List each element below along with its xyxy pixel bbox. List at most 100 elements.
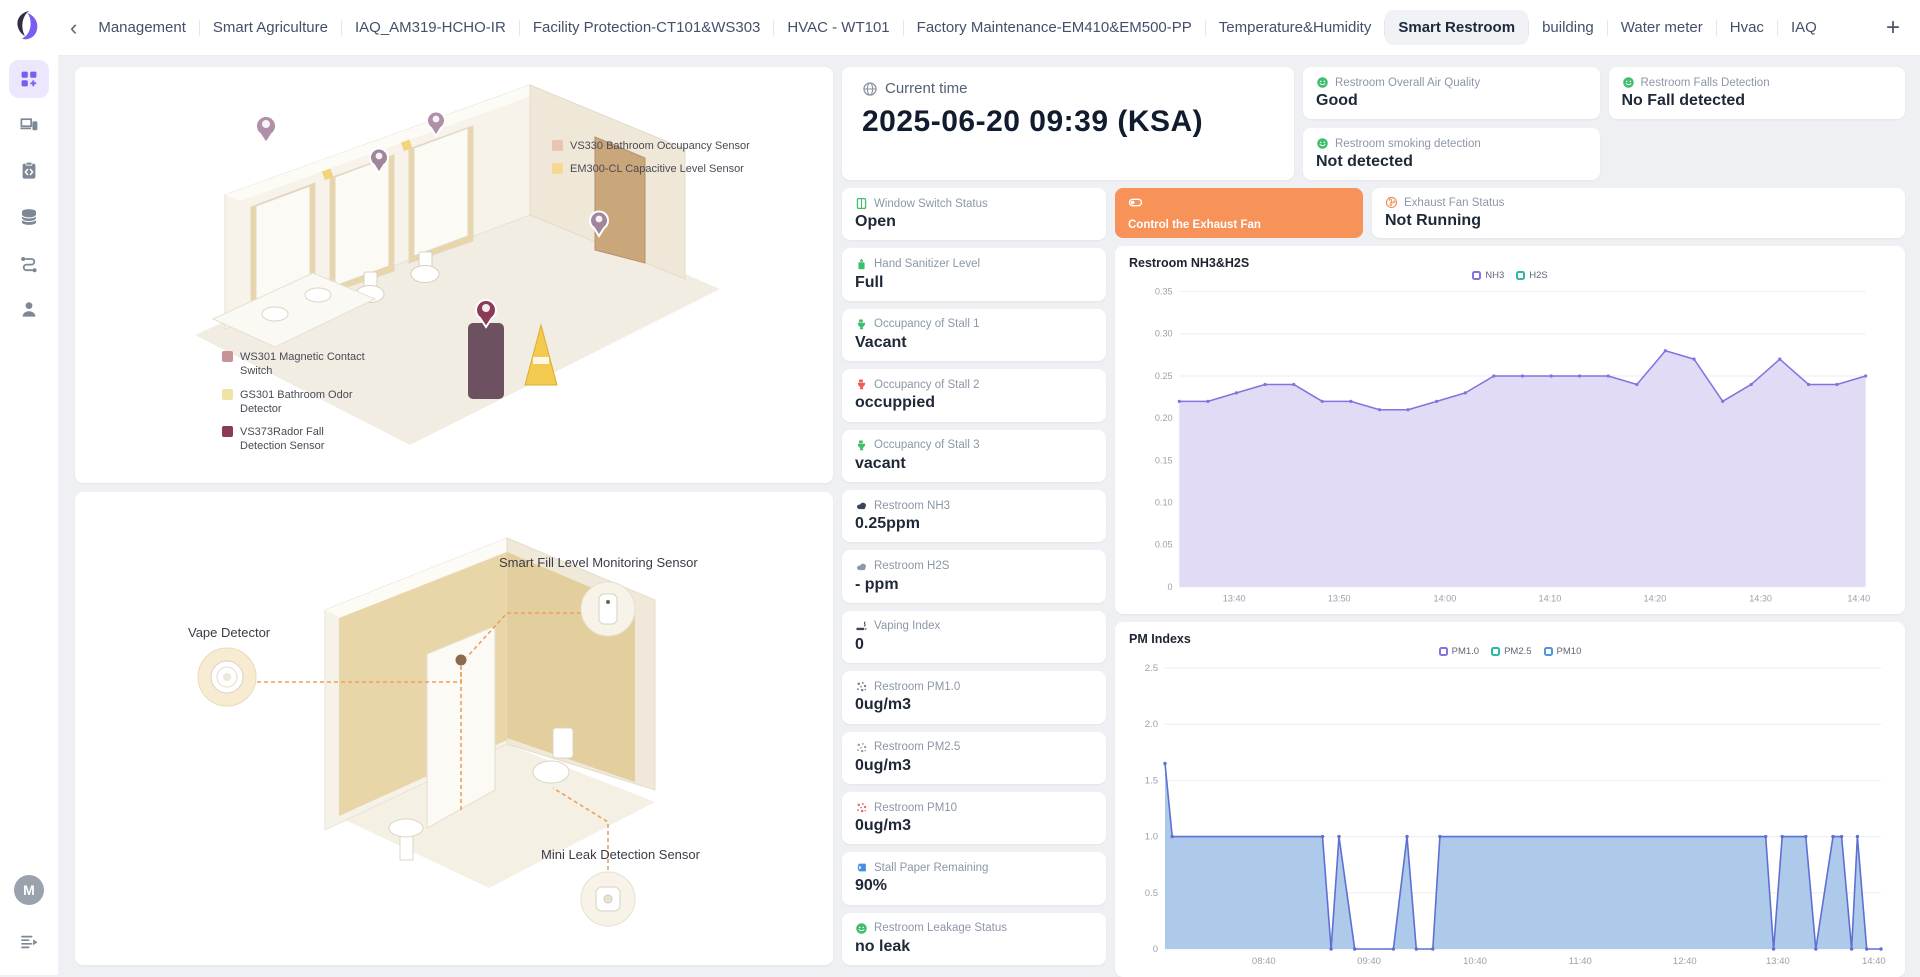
svg-text:2.0: 2.0 bbox=[1145, 719, 1158, 730]
svg-text:14:20: 14:20 bbox=[1644, 593, 1667, 603]
chart-legend-item-pm2-5[interactable]: PM2.5 bbox=[1491, 646, 1531, 657]
sanitizer-icon bbox=[855, 258, 868, 271]
legend-swatch bbox=[552, 163, 563, 174]
status-label: Vaping Index bbox=[874, 620, 940, 632]
fan-icon bbox=[1385, 196, 1398, 209]
status-label: Restroom Leakage Status bbox=[874, 922, 1007, 934]
tab-building[interactable]: building bbox=[1529, 10, 1607, 45]
sidebar-item-dashboard[interactable] bbox=[9, 60, 49, 98]
add-tab-button[interactable]: + bbox=[1880, 16, 1906, 40]
chart-legend-item-nh3[interactable]: NH3 bbox=[1472, 270, 1504, 281]
legend-chip bbox=[1439, 647, 1448, 656]
svg-text:14:10: 14:10 bbox=[1539, 593, 1562, 603]
workflow-icon bbox=[19, 253, 39, 273]
status-card-restroom-overall-air-quality: Restroom Overall Air Quality Good bbox=[1303, 67, 1600, 119]
status-card-occupancy-of-stall-3: Occupancy of Stall 3 vacant bbox=[842, 430, 1106, 482]
svg-text:0.15: 0.15 bbox=[1155, 455, 1173, 465]
tab-water-meter[interactable]: Water meter bbox=[1608, 10, 1716, 45]
tabs-scroll-left-icon[interactable]: ‹ bbox=[62, 17, 85, 39]
status-value: 0.25ppm bbox=[855, 515, 1093, 533]
legend-item-gs301-bathroom-odor-detector: GS301 Bathroom Odor Detector bbox=[222, 388, 372, 417]
tab-bar: ‹ ManagementSmart AgricultureIAQ_AM319-H… bbox=[58, 0, 1920, 56]
svg-text:13:40: 13:40 bbox=[1223, 593, 1246, 603]
sidebar-item-devices[interactable] bbox=[9, 106, 49, 144]
smiley-icon bbox=[1622, 76, 1635, 89]
tab-iaq-am319-hcho-ir[interactable]: IAQ_AM319-HCHO-IR bbox=[342, 10, 519, 45]
status-value: Full bbox=[855, 274, 1093, 292]
tab-smart-restroom[interactable]: Smart Restroom bbox=[1385, 10, 1528, 45]
chart-title: Restroom NH3&H2S bbox=[1129, 256, 1891, 270]
svg-text:11:40: 11:40 bbox=[1569, 956, 1592, 967]
globe-icon bbox=[862, 81, 878, 97]
floorplan-legend-top: VS330 Bathroom Occupancy SensorEM300-CL … bbox=[552, 139, 750, 186]
chart-legend-item-pm10[interactable]: PM10 bbox=[1544, 646, 1582, 657]
sidebar-item-workflow[interactable] bbox=[9, 244, 49, 282]
status-label: Occupancy of Stall 2 bbox=[874, 379, 979, 391]
current-time-card: Current time 2025-06-20 09:39 (KSA) bbox=[842, 67, 1294, 180]
toggle-icon bbox=[1128, 195, 1143, 210]
database-icon bbox=[19, 207, 39, 227]
app-logo-icon[interactable] bbox=[11, 8, 47, 44]
status-label: Restroom PM10 bbox=[874, 802, 957, 814]
svg-text:0: 0 bbox=[1168, 582, 1173, 592]
dust-icon bbox=[855, 680, 868, 693]
svg-text:14:40: 14:40 bbox=[1862, 956, 1886, 967]
status-label: Occupancy of Stall 1 bbox=[874, 318, 979, 330]
collapse-menu-button[interactable] bbox=[9, 923, 49, 961]
svg-text:0.35: 0.35 bbox=[1155, 287, 1173, 297]
fan-row: Control the Exhaust Fan Exhaust Fan Stat… bbox=[1115, 188, 1905, 238]
sidebar-item-user[interactable] bbox=[9, 290, 49, 328]
svg-text:1.0: 1.0 bbox=[1145, 832, 1158, 843]
exhaust-fan-status-card: Exhaust Fan Status Not Running bbox=[1372, 188, 1905, 238]
tab-hvac[interactable]: Hvac bbox=[1717, 10, 1777, 45]
status-label: Window Switch Status bbox=[874, 198, 988, 210]
legend-chip bbox=[1472, 271, 1481, 280]
firmware-icon bbox=[19, 161, 39, 181]
status-card-restroom-pm10: Restroom PM10 0ug/m3 bbox=[842, 792, 1106, 844]
sidebar-item-firmware[interactable] bbox=[9, 152, 49, 190]
svg-text:14:00: 14:00 bbox=[1434, 593, 1457, 603]
status-card-stall-paper-remaining: Stall Paper Remaining 90% bbox=[842, 852, 1106, 904]
status-value: 90% bbox=[855, 877, 1093, 895]
main-content: VS330 Bathroom Occupancy SensorEM300-CL … bbox=[58, 56, 1920, 975]
restroom-sensors-card: Smart Fill Level Monitoring Sensor Vape … bbox=[75, 492, 833, 965]
status-label: Stall Paper Remaining bbox=[874, 862, 988, 874]
tab-facility-protection-ct101-ws303[interactable]: Facility Protection-CT101&WS303 bbox=[520, 10, 774, 45]
smiley-icon bbox=[855, 922, 868, 935]
legend-swatch bbox=[222, 351, 233, 362]
legend-item-ws301-magnetic-contact-switch: WS301 Magnetic Contact Switch bbox=[222, 350, 372, 379]
status-value: occuppied bbox=[855, 394, 1093, 412]
chart-plot-area: 00.51.01.52.02.508:4009:4010:4011:4012:4… bbox=[1129, 660, 1891, 971]
status-value: - ppm bbox=[855, 576, 1093, 594]
status-value: Vacant bbox=[855, 334, 1093, 352]
tab-iaq[interactable]: IAQ bbox=[1778, 10, 1830, 45]
status-card-restroom-smoking-detection: Restroom smoking detection Not detected bbox=[1303, 128, 1600, 180]
tab-smart-agriculture[interactable]: Smart Agriculture bbox=[200, 10, 341, 45]
control-exhaust-fan-button[interactable]: Control the Exhaust Fan bbox=[1115, 188, 1363, 238]
status-card-restroom-falls-detection: Restroom Falls Detection No Fall detecte… bbox=[1609, 67, 1906, 119]
chart-legend-item-h2s[interactable]: H2S bbox=[1516, 270, 1547, 281]
status-label: Restroom PM2.5 bbox=[874, 741, 960, 753]
floorplan-legend-bottom: WS301 Magnetic Contact Switch GS301 Bathr… bbox=[222, 350, 372, 463]
tab-hvac-wt101[interactable]: HVAC - WT101 bbox=[774, 10, 902, 45]
tab-factory-maintenance-em410-em500-pp[interactable]: Factory Maintenance-EM410&EM500-PP bbox=[904, 10, 1205, 45]
tab-management[interactable]: Management bbox=[85, 10, 199, 45]
status-label: Restroom PM1.0 bbox=[874, 681, 960, 693]
status-value: Open bbox=[855, 213, 1093, 231]
status-card-vaping-index: Vaping Index 0 bbox=[842, 611, 1106, 663]
control-exhaust-fan-label: Control the Exhaust Fan bbox=[1128, 219, 1350, 231]
svg-text:12:40: 12:40 bbox=[1673, 956, 1697, 967]
legend-chip bbox=[1544, 647, 1553, 656]
toilet-icon bbox=[855, 439, 868, 452]
status-cards-column: Window Switch Status Open Hand Sanitizer… bbox=[842, 188, 1106, 965]
status-value: 0ug/m3 bbox=[855, 817, 1093, 835]
sidebar-item-database[interactable] bbox=[9, 198, 49, 236]
legend-chip bbox=[1516, 271, 1525, 280]
legend-swatch bbox=[222, 426, 233, 437]
user-avatar[interactable]: M bbox=[14, 875, 44, 905]
chart-legend-item-pm1-0[interactable]: PM1.0 bbox=[1439, 646, 1479, 657]
tab-temperature-humidity[interactable]: Temperature&Humidity bbox=[1206, 10, 1385, 45]
status-value: no leak bbox=[855, 938, 1093, 956]
status-value: Good bbox=[1316, 92, 1587, 110]
toilet-icon bbox=[855, 378, 868, 391]
